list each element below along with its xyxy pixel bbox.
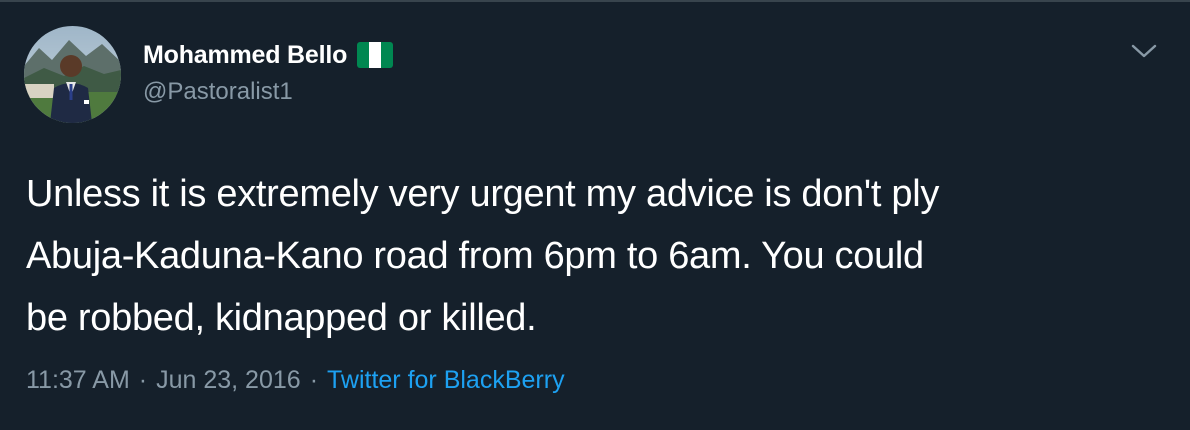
tweet-source-link[interactable]: Twitter for BlackBerry xyxy=(327,366,565,395)
tweet-text: Unless it is extremely very urgent my ad… xyxy=(26,163,1156,349)
tweet-card: Mohammed Bello @Pastoralist1 Unless it i… xyxy=(0,0,1190,430)
meta-separator: · xyxy=(138,366,148,394)
tweet-text-line: Abuja-Kaduna-Kano road from 6pm to 6am. … xyxy=(26,235,924,277)
meta-separator: · xyxy=(309,366,319,394)
tweet-text-line: be robbed, kidnapped or killed. xyxy=(26,297,537,339)
tweet-date[interactable]: Jun 23, 2016 xyxy=(156,366,301,395)
author-name-row[interactable]: Mohammed Bello xyxy=(143,38,394,72)
author-handle[interactable]: @Pastoralist1 xyxy=(143,78,293,106)
avatar[interactable] xyxy=(24,26,121,123)
display-name[interactable]: Mohammed Bello xyxy=(143,41,347,70)
tweet-time[interactable]: 11:37 AM xyxy=(26,366,130,395)
chevron-down-icon[interactable] xyxy=(1130,40,1158,62)
nigeria-flag-icon xyxy=(357,42,394,68)
top-divider xyxy=(0,0,1190,2)
tweet-text-line: Unless it is extremely very urgent my ad… xyxy=(26,173,940,215)
avatar-photo xyxy=(24,26,121,123)
tweet-meta: 11:37 AM · Jun 23, 2016 · Twitter for Bl… xyxy=(26,366,565,395)
